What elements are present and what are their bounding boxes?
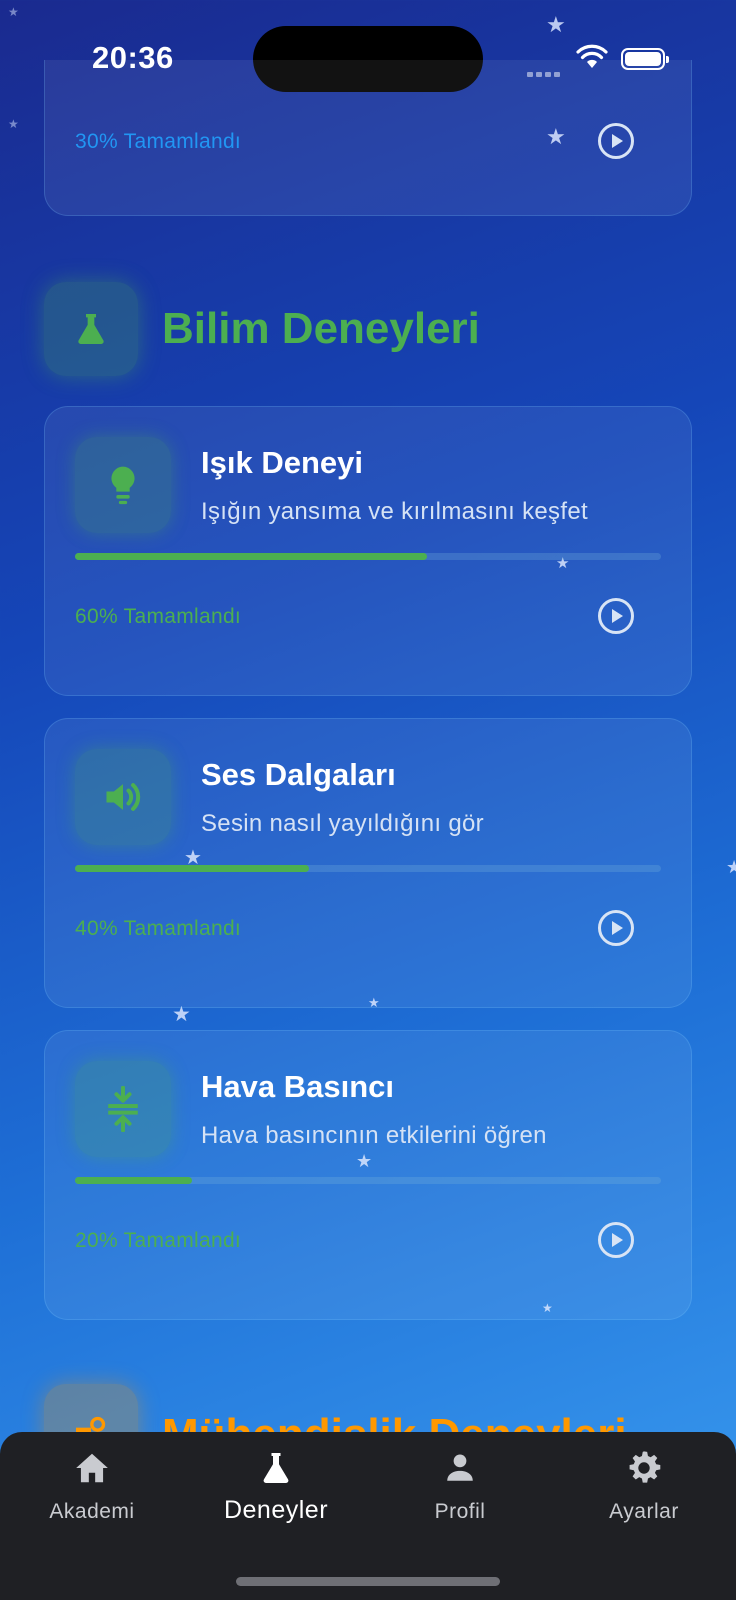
experiment-description: Hava basıncının etkilerini öğren bbox=[201, 1122, 547, 1149]
experiment-card-partial[interactable]: 30% Tamamlandı bbox=[44, 60, 692, 216]
progress-fill bbox=[75, 865, 310, 872]
compress-icon bbox=[75, 1061, 171, 1157]
progress-text: 30% Tamamlandı bbox=[75, 130, 242, 153]
nav-item-ayarlar[interactable]: Ayarlar bbox=[552, 1446, 736, 1524]
section-title: Bilim Deneyleri bbox=[162, 304, 480, 353]
experiment-title: Hava Basıncı bbox=[201, 1069, 394, 1104]
section-header-science: Bilim Deneyleri bbox=[44, 282, 692, 376]
nav-label: Profil bbox=[434, 1500, 486, 1523]
lightbulb-icon bbox=[75, 437, 171, 533]
progress-fill bbox=[75, 1177, 193, 1184]
play-button[interactable] bbox=[597, 122, 635, 160]
progress-fill bbox=[75, 553, 427, 560]
progress-text: 60% Tamamlandı bbox=[75, 605, 242, 628]
experiment-description: Sesin nasıl yayıldığını gör bbox=[201, 810, 484, 837]
nav-item-profil[interactable]: Profil bbox=[368, 1446, 552, 1524]
progress-text: 20% Tamamlandı bbox=[75, 1229, 242, 1252]
gear-icon bbox=[552, 1446, 736, 1490]
experiment-card[interactable]: Ses Dalgaları Sesin nasıl yayıldığını gö… bbox=[44, 718, 692, 1008]
home-indicator bbox=[236, 1577, 500, 1586]
bottom-navigation: Akademi Deneyler Profil Ayarlar bbox=[0, 1432, 736, 1600]
play-button[interactable] bbox=[597, 597, 635, 635]
progress-bar bbox=[75, 553, 661, 560]
experiment-title: Işık Deneyi bbox=[201, 445, 363, 480]
progress-bar bbox=[75, 1177, 661, 1184]
progress-text: 40% Tamamlandı bbox=[75, 917, 242, 940]
nav-label: Ayarlar bbox=[609, 1500, 679, 1523]
progress-bar bbox=[75, 865, 661, 872]
nav-item-deneyler[interactable]: Deneyler bbox=[184, 1446, 368, 1525]
experiment-description: Işığın yansıma ve kırılmasını keşfet bbox=[201, 498, 588, 525]
nav-item-akademi[interactable]: Akademi bbox=[0, 1446, 184, 1524]
nav-label: Akademi bbox=[49, 1500, 135, 1523]
speaker-icon bbox=[75, 749, 171, 845]
star-decoration: ★ bbox=[8, 117, 19, 131]
play-button[interactable] bbox=[597, 1221, 635, 1259]
experiment-card[interactable]: Işık Deneyi Işığın yansıma ve kırılmasın… bbox=[44, 406, 692, 696]
experiment-card[interactable]: Hava Basıncı Hava basıncının etkilerini … bbox=[44, 1030, 692, 1320]
person-icon bbox=[368, 1446, 552, 1490]
home-icon bbox=[0, 1446, 184, 1490]
experiment-title: Ses Dalgaları bbox=[201, 757, 396, 792]
flask-icon bbox=[184, 1446, 368, 1490]
star-decoration: ★ bbox=[726, 857, 736, 877]
play-button[interactable] bbox=[597, 909, 635, 947]
flask-icon bbox=[44, 282, 138, 376]
nav-label: Deneyler bbox=[223, 1496, 329, 1524]
